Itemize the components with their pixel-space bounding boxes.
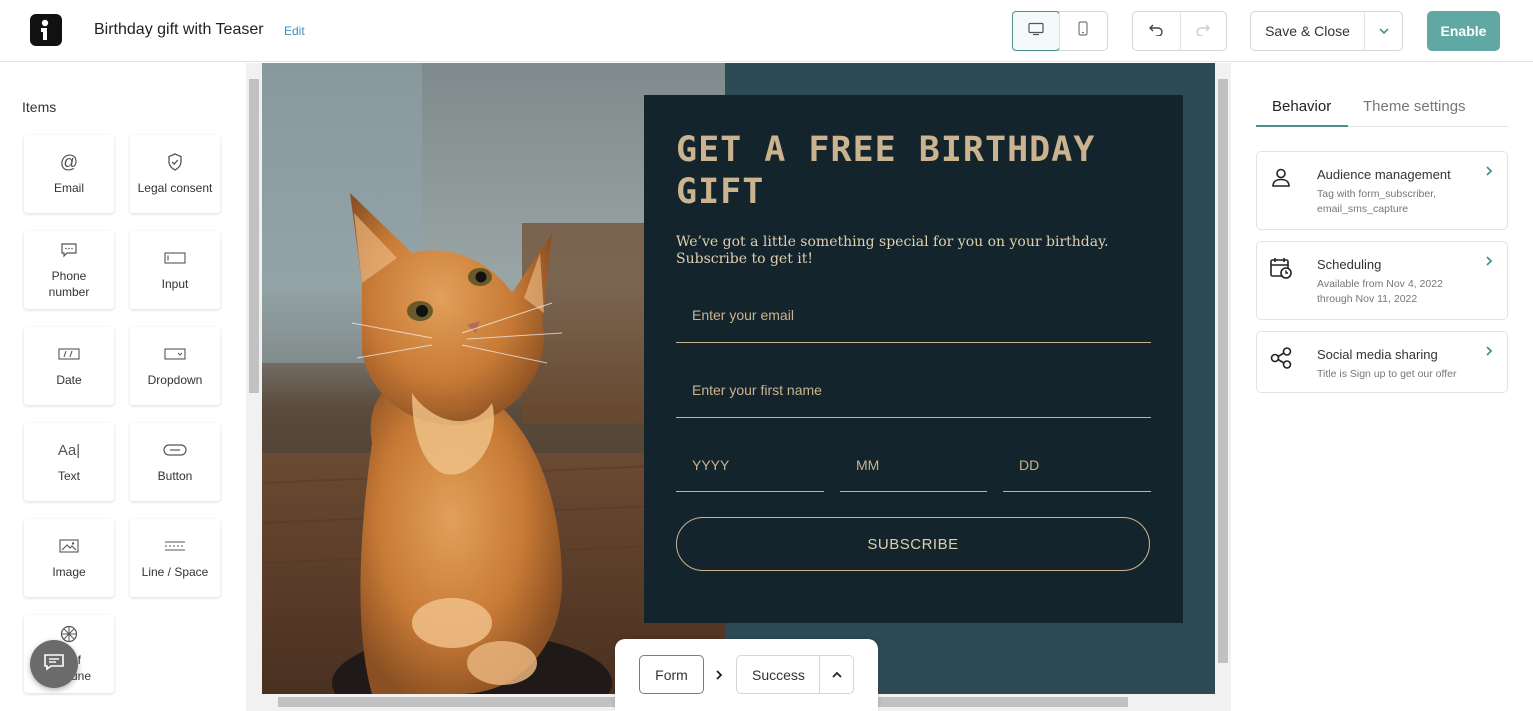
item-label: Input (161, 277, 189, 291)
scrollbar-thumb[interactable] (249, 79, 259, 393)
scrollbar-thumb[interactable] (1218, 79, 1228, 663)
button-icon (163, 440, 187, 460)
shield-check-icon (167, 152, 183, 172)
items-panel: Items @ Email Legal consent Phone number… (0, 63, 246, 711)
mobile-view-button[interactable] (1059, 12, 1106, 50)
edit-title-link[interactable]: Edit (284, 24, 305, 38)
mobile-icon (1078, 21, 1088, 41)
tab-theme-settings[interactable]: Theme settings (1363, 98, 1466, 115)
item-label: Button (157, 469, 193, 483)
item-label: Phone number (48, 269, 90, 299)
line-space-icon (164, 536, 186, 556)
person-icon (1269, 166, 1293, 190)
year-placeholder: YYYY (692, 457, 730, 473)
item-label: Text (57, 469, 80, 483)
email-placeholder: Enter your email (692, 307, 794, 323)
at-icon: @ (59, 151, 79, 172)
item-button[interactable]: Button (130, 423, 220, 501)
item-dropdown[interactable]: Dropdown (130, 327, 220, 405)
chevron-right-icon (1485, 164, 1493, 182)
audience-management-card[interactable]: Audience management Tag with form_subscr… (1256, 151, 1508, 230)
save-controls: Save & Close (1250, 11, 1403, 51)
step-success-label: Success (752, 666, 805, 683)
item-line-space[interactable]: Line / Space (130, 519, 220, 597)
active-tab-indicator (1256, 125, 1348, 127)
redo-button[interactable] (1179, 12, 1227, 50)
item-label: Date (56, 373, 82, 387)
card-title: Social media sharing (1317, 347, 1438, 362)
card-description: Available from Nov 4, 2022 through Nov 11… (1317, 278, 1443, 305)
date-icon (58, 344, 80, 364)
undo-button[interactable] (1133, 12, 1180, 50)
item-text[interactable]: Aa| Text (24, 423, 114, 501)
input-icon (164, 248, 186, 268)
step-form-button[interactable]: Form (639, 655, 704, 694)
settings-tabs: Behavior Theme settings (1256, 95, 1508, 127)
desktop-icon (1028, 22, 1044, 41)
card-description: Tag with form_subscriber, email_sms_captu… (1317, 188, 1437, 215)
desktop-view-button[interactable] (1012, 11, 1060, 51)
device-toggle (1012, 11, 1108, 51)
social-media-sharing-card[interactable]: Social media sharing Title is Sign up to… (1256, 331, 1508, 393)
card-title: Audience management (1317, 167, 1451, 182)
chevron-right-icon (1485, 254, 1493, 272)
item-label: Legal consent (137, 181, 213, 195)
save-close-button[interactable]: Save & Close (1251, 12, 1364, 50)
tab-behavior[interactable]: Behavior (1272, 98, 1331, 115)
item-email[interactable]: @ Email (24, 135, 114, 213)
chevron-up-icon[interactable] (819, 656, 853, 693)
item-label: Dropdown (147, 373, 203, 387)
chevron-right-icon (1485, 344, 1493, 362)
subscribe-button[interactable]: SUBSCRIBE (676, 517, 1150, 571)
card-description: Title is Sign up to get our offer (1317, 368, 1457, 380)
item-image[interactable]: Image (24, 519, 114, 597)
canvas-vertical-scrollbar[interactable] (1215, 63, 1231, 694)
birth-day-field[interactable]: DD (1003, 445, 1151, 492)
support-chat-button[interactable] (30, 640, 78, 688)
item-phone-number[interactable]: Phone number (24, 231, 114, 309)
month-placeholder: MM (856, 457, 880, 473)
card-title: Scheduling (1317, 257, 1382, 272)
form-title[interactable]: GET A FREE BIRTHDAY GIFT (676, 129, 1146, 213)
first-name-placeholder: Enter your first name (692, 382, 822, 398)
app-logo[interactable] (30, 14, 62, 46)
day-placeholder: DD (1019, 457, 1040, 473)
chevron-right-icon (715, 668, 723, 686)
form-subtitle[interactable]: We’ve got a little something special for… (676, 234, 1146, 268)
step-success-button[interactable]: Success (736, 655, 854, 694)
step-navigator: Form Success (615, 639, 878, 711)
text-icon: Aa| (57, 441, 81, 459)
chat-icon (43, 653, 65, 676)
calendar-clock-icon (1269, 256, 1293, 280)
chevron-down-icon (1378, 22, 1390, 40)
popup-form[interactable]: GET A FREE BIRTHDAY GIFT We’ve got a lit… (644, 95, 1183, 623)
first-name-field[interactable]: Enter your first name (676, 370, 1151, 418)
items-scrollbar[interactable] (246, 63, 262, 711)
item-input[interactable]: Input (130, 231, 220, 309)
page-title: Birthday gift with Teaser (94, 21, 264, 38)
dropdown-icon (164, 344, 186, 364)
item-label: Email (53, 181, 84, 195)
settings-panel: Behavior Theme settings Audience managem… (1231, 63, 1533, 711)
item-label: Line / Space (141, 565, 209, 579)
undo-icon (1148, 22, 1164, 41)
scheduling-card[interactable]: Scheduling Available from Nov 4, 2022 thr… (1256, 241, 1508, 320)
redo-icon (1195, 22, 1211, 41)
item-date[interactable]: Date (24, 327, 114, 405)
chat-icon (60, 240, 78, 260)
items-title: Items (22, 99, 57, 115)
save-options-button[interactable] (1364, 12, 1402, 50)
birth-month-field[interactable]: MM (840, 445, 987, 492)
top-bar: Birthday gift with Teaser Edit Save & Cl… (0, 0, 1533, 62)
item-label: Image (52, 565, 86, 579)
item-legal-consent[interactable]: Legal consent (130, 135, 220, 213)
history-controls (1132, 11, 1227, 51)
email-field[interactable]: Enter your email (676, 295, 1151, 343)
editor-canvas: GET A FREE BIRTHDAY GIFT We’ve got a lit… (262, 63, 1215, 694)
share-icon (1269, 346, 1293, 370)
image-icon (59, 536, 79, 556)
enable-button[interactable]: Enable (1427, 11, 1500, 51)
birth-year-field[interactable]: YYYY (676, 445, 824, 492)
